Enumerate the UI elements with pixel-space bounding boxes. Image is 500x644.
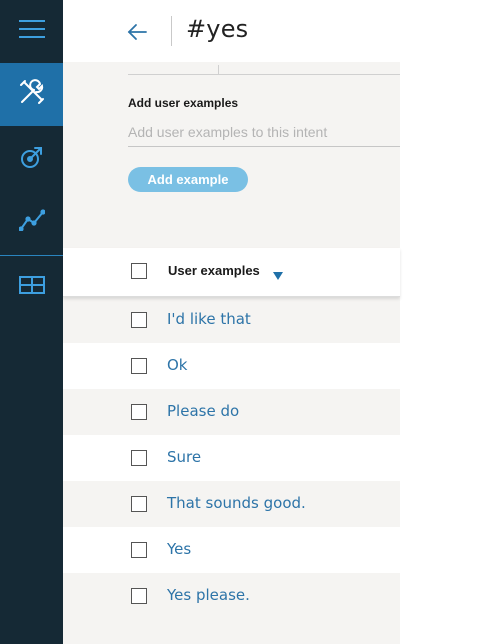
row-checkbox[interactable]	[131, 358, 147, 374]
table-row: Yes	[63, 527, 400, 573]
nav-workspace-button[interactable]	[0, 256, 63, 319]
table-row: Yes please.	[63, 573, 400, 619]
table-row: Ok	[63, 343, 400, 389]
deploy-icon	[19, 144, 45, 175]
user-example-input[interactable]	[128, 118, 400, 147]
table-row: Sure	[63, 435, 400, 481]
row-checkbox[interactable]	[131, 312, 147, 328]
menu-icon	[18, 19, 45, 44]
row-checkbox[interactable]	[131, 496, 147, 512]
select-all-checkbox[interactable]	[131, 263, 147, 279]
intent-title: #yes	[186, 15, 249, 43]
example-text[interactable]: Yes please.	[167, 586, 250, 604]
page-header: #yes	[63, 0, 500, 62]
nav-build-button[interactable]	[0, 63, 63, 126]
back-arrow-icon[interactable]	[127, 22, 147, 42]
table-header: User examples	[63, 248, 400, 297]
build-tools-icon	[18, 78, 46, 111]
nav-analytics-button[interactable]	[0, 191, 63, 254]
table-row: That sounds good.	[63, 481, 400, 527]
example-text[interactable]: Sure	[167, 448, 201, 466]
nav-deploy-button[interactable]	[0, 128, 63, 191]
sort-down-icon[interactable]	[273, 267, 283, 280]
table-row: I'd like that	[63, 297, 400, 343]
left-nav-rail	[0, 0, 63, 644]
example-text[interactable]: Yes	[167, 540, 191, 558]
user-examples-table: User examples I'd like that Ok Please do…	[63, 248, 400, 619]
analytics-icon	[17, 209, 46, 236]
header-separator	[171, 16, 172, 46]
top-divider	[128, 74, 400, 75]
column-header-user-examples[interactable]: User examples	[168, 263, 260, 278]
row-checkbox[interactable]	[131, 404, 147, 420]
top-divider-mark	[218, 65, 219, 74]
example-text[interactable]: Ok	[167, 356, 188, 374]
example-text[interactable]: That sounds good.	[167, 494, 306, 512]
example-text[interactable]: I'd like that	[167, 310, 251, 328]
row-checkbox[interactable]	[131, 450, 147, 466]
add-example-button[interactable]: Add example	[128, 167, 248, 192]
example-text[interactable]: Please do	[167, 402, 239, 420]
row-checkbox[interactable]	[131, 588, 147, 604]
menu-button[interactable]	[0, 0, 63, 63]
add-examples-label: Add user examples	[128, 96, 239, 110]
row-checkbox[interactable]	[131, 542, 147, 558]
table-row: Please do	[63, 389, 400, 435]
workspace-icon	[18, 276, 45, 299]
